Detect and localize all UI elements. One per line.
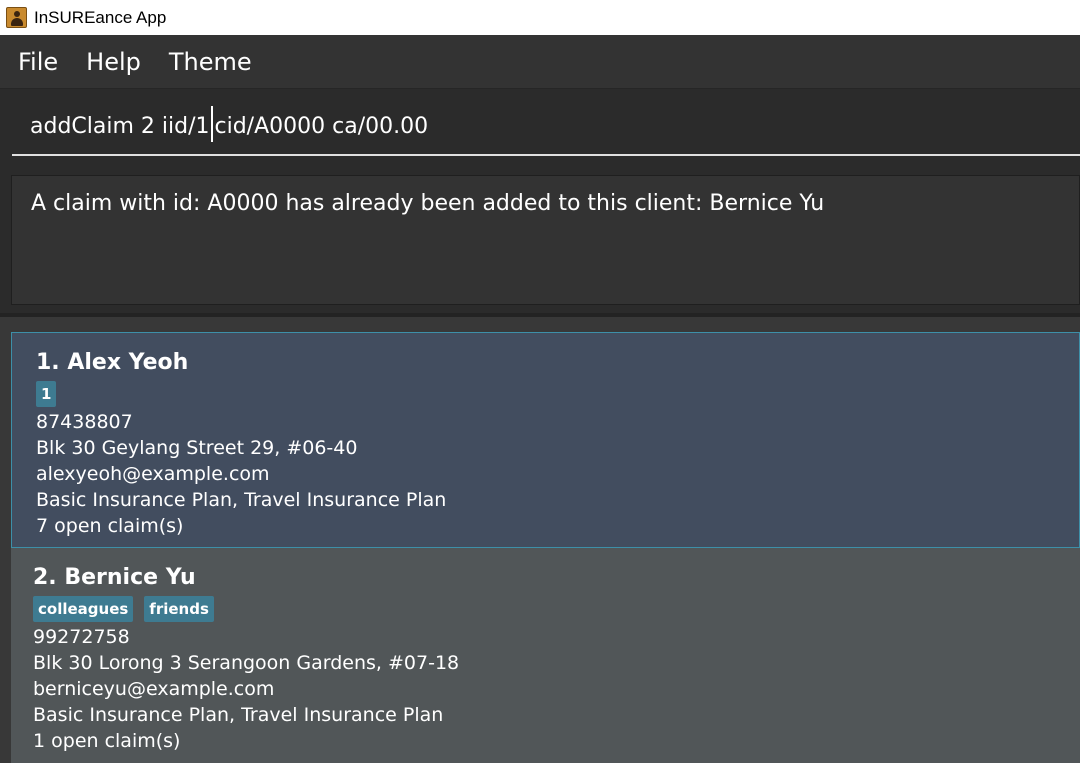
title-bar: InSUREance App bbox=[0, 0, 1080, 35]
command-box: addClaim 2 iid/1 cid/A0000 ca/00.00 bbox=[0, 90, 1080, 168]
window-title: InSUREance App bbox=[34, 7, 167, 27]
menu-bar: File Help Theme bbox=[0, 35, 1080, 89]
person-email: alexyeoh@example.com bbox=[36, 463, 270, 485]
result-message: A claim with id: A0000 has already been … bbox=[31, 191, 825, 216]
person-plans: Basic Insurance Plan, Travel Insurance P… bbox=[33, 704, 444, 726]
person-phone: 87438807 bbox=[36, 411, 133, 433]
app-icon bbox=[6, 7, 27, 28]
person-address: Blk 30 Geylang Street 29, #06-40 bbox=[36, 437, 358, 459]
command-text-before-caret: addClaim 2 iid/1 bbox=[30, 113, 210, 139]
result-display: A claim with id: A0000 has already been … bbox=[11, 175, 1080, 305]
menu-file[interactable]: File bbox=[18, 48, 58, 76]
person-card[interactable]: 1. Alex Yeoh 1 87438807 Blk 30 Geylang S… bbox=[11, 332, 1080, 548]
person-phone: 99272758 bbox=[33, 626, 130, 648]
person-claims: 1 open claim(s) bbox=[33, 730, 181, 752]
tag: 1 bbox=[36, 381, 57, 407]
command-text-after-caret: cid/A0000 ca/00.00 bbox=[214, 113, 429, 139]
person-name: 2. Bernice Yu bbox=[33, 565, 196, 590]
person-list[interactable]: 1. Alex Yeoh 1 87438807 Blk 30 Geylang S… bbox=[0, 317, 1080, 763]
person-name: 1. Alex Yeoh bbox=[36, 350, 189, 375]
text-caret bbox=[210, 106, 213, 142]
tag-list: 1 bbox=[36, 379, 1079, 409]
tag: colleagues bbox=[33, 596, 134, 622]
person-card[interactable]: 2. Bernice Yu colleagues friends 9927275… bbox=[11, 548, 1080, 763]
tag-list: colleagues friends bbox=[33, 594, 1080, 624]
person-claims: 7 open claim(s) bbox=[36, 515, 184, 537]
person-email: berniceyu@example.com bbox=[33, 678, 275, 700]
menu-help[interactable]: Help bbox=[86, 48, 141, 76]
tag: friends bbox=[144, 596, 214, 622]
person-plans: Basic Insurance Plan, Travel Insurance P… bbox=[36, 489, 447, 511]
person-address: Blk 30 Lorong 3 Serangoon Gardens, #07-1… bbox=[33, 652, 460, 674]
menu-theme[interactable]: Theme bbox=[169, 48, 252, 76]
command-input[interactable]: addClaim 2 iid/1 cid/A0000 ca/00.00 bbox=[12, 98, 1080, 156]
